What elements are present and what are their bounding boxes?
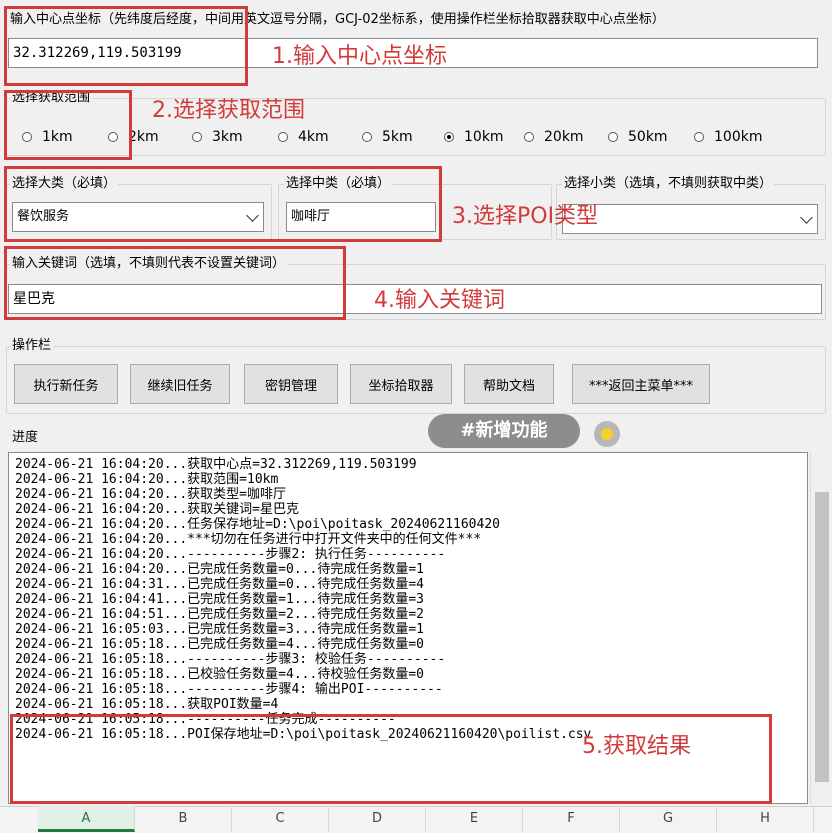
toolbar-button-3[interactable]: 密钥管理 xyxy=(244,364,338,404)
log-line: 2024-06-21 16:04:20...任务保存地址=D:\poi\poit… xyxy=(15,517,500,532)
log-line: 2024-06-21 16:04:20...获取类型=咖啡厅 xyxy=(15,487,287,502)
range-option-label: 10km xyxy=(464,129,504,145)
log-line: 2024-06-21 16:04:20...获取关键词=星巴克 xyxy=(15,502,300,517)
toolbar-label: 操作栏 xyxy=(10,338,54,354)
range-option-10km[interactable]: 10km xyxy=(444,128,504,146)
toolbar-button-5[interactable]: 帮助文档 xyxy=(464,364,554,404)
log-line: 2024-06-21 16:05:03...已完成任务数量=3...待完成任务数… xyxy=(15,622,424,637)
range-option-label: 4km xyxy=(298,129,329,145)
minor-category-label: 选择小类（选填，不填则获取中类） xyxy=(562,176,775,192)
log-line: 2024-06-21 16:04:20...获取范围=10km xyxy=(15,472,279,487)
annotation-box-1 xyxy=(4,6,248,86)
radio-icon[interactable] xyxy=(192,132,202,142)
range-option-100km[interactable]: 100km xyxy=(694,128,762,146)
range-option-4km[interactable]: 4km xyxy=(278,128,329,146)
log-line: 2024-06-21 16:05:18...----------步骤3: 校验任… xyxy=(15,652,446,667)
log-line: 2024-06-21 16:04:20...***切勿在任务进行中打开文件夹中的… xyxy=(15,532,482,547)
toolbar-button-6[interactable]: ***返回主菜单*** xyxy=(572,364,710,404)
toolbar-button-1[interactable]: 执行新任务 xyxy=(14,364,118,404)
range-option-3km[interactable]: 3km xyxy=(192,128,243,146)
sheet-column-C[interactable]: C xyxy=(232,806,329,832)
annotation-box-4 xyxy=(4,246,346,320)
scrollbar-thumb[interactable] xyxy=(815,492,829,782)
annotation-1: 1.输入中心点坐标 xyxy=(272,44,447,69)
sheet-column-H[interactable]: H xyxy=(717,806,814,832)
radio-icon[interactable] xyxy=(608,132,618,142)
annotation-3: 3.选择POI类型 xyxy=(452,204,599,229)
log-line: 2024-06-21 16:04:20...----------步骤2: 执行任… xyxy=(15,547,446,562)
range-option-5km[interactable]: 5km xyxy=(362,128,413,146)
sheet-column-E[interactable]: E xyxy=(426,806,523,832)
log-line: 2024-06-21 16:04:51...已完成任务数量=2...待完成任务数… xyxy=(15,607,424,622)
new-feature-badge: #新增功能 xyxy=(428,414,580,448)
progress-label: 进度 xyxy=(12,430,39,445)
status-dot-icon xyxy=(594,421,620,447)
annotation-2: 2.选择获取范围 xyxy=(152,98,305,123)
range-option-20km[interactable]: 20km xyxy=(524,128,584,146)
range-option-label: 20km xyxy=(544,129,584,145)
radio-icon[interactable] xyxy=(524,132,534,142)
sheet-column-A[interactable]: A xyxy=(38,806,135,832)
log-scrollbar[interactable] xyxy=(810,452,832,804)
log-line: 2024-06-21 16:05:18...获取POI数量=4 xyxy=(15,697,279,712)
log-line: 2024-06-21 16:04:41...已完成任务数量=1...待完成任务数… xyxy=(15,592,424,607)
log-line: 2024-06-21 16:05:18...----------步骤4: 输出P… xyxy=(15,682,443,697)
sheet-column-D[interactable]: D xyxy=(329,806,426,832)
sheet-column-G[interactable]: G xyxy=(620,806,717,832)
annotation-4: 4.输入关键词 xyxy=(374,288,505,313)
minor-category-select[interactable] xyxy=(562,204,818,234)
sheet-column-F[interactable]: F xyxy=(523,806,620,832)
toolbar-button-2[interactable]: 继续旧任务 xyxy=(130,364,230,404)
toolbar-button-4[interactable]: 坐标拾取器 xyxy=(350,364,452,404)
annotation-box-2 xyxy=(4,90,132,160)
range-option-label: 50km xyxy=(628,129,668,145)
log-line: 2024-06-21 16:05:18...已校验任务数量=4...待校验任务数… xyxy=(15,667,424,682)
sheet-column-B[interactable]: B xyxy=(135,806,232,832)
log-line: 2024-06-21 16:04:31...已完成任务数量=0...待完成任务数… xyxy=(15,577,424,592)
range-option-label: 2km xyxy=(128,129,159,145)
radio-icon[interactable] xyxy=(694,132,704,142)
annotation-box-3 xyxy=(4,166,442,242)
range-option-label: 3km xyxy=(212,129,243,145)
range-option-label: 5km xyxy=(382,129,413,145)
annotation-5: 5.获取结果 xyxy=(582,734,691,759)
range-option-50km[interactable]: 50km xyxy=(608,128,668,146)
log-line: 2024-06-21 16:04:20...已完成任务数量=0...待完成任务数… xyxy=(15,562,424,577)
range-option-label: 100km xyxy=(714,129,763,145)
radio-icon[interactable] xyxy=(444,132,454,142)
chevron-down-icon xyxy=(800,211,813,224)
log-line: 2024-06-21 16:05:18...已完成任务数量=4...待完成任务数… xyxy=(15,637,424,652)
radio-icon[interactable] xyxy=(362,132,372,142)
log-line: 2024-06-21 16:04:20...获取中心点=32.312269,11… xyxy=(15,457,417,472)
radio-icon[interactable] xyxy=(278,132,288,142)
